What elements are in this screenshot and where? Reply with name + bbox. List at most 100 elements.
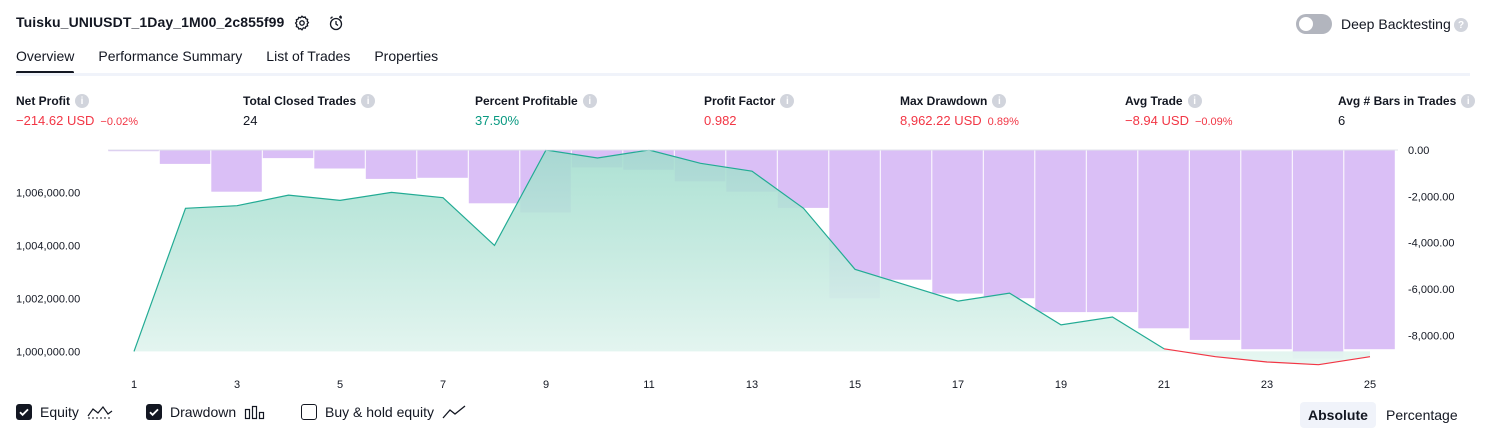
metric-value: 37.50% <box>475 113 520 128</box>
x-axis-tick-label: 9 <box>543 379 549 391</box>
drawdown-bar <box>417 150 468 178</box>
tab-bar: Overview Performance Summary List of Tra… <box>16 48 462 74</box>
settings-gear-icon[interactable] <box>292 13 312 33</box>
x-axis-tick-label: 7 <box>440 379 446 391</box>
x-axis-tick-label: 13 <box>746 379 758 391</box>
equity-line-icon <box>87 406 113 419</box>
toggle-knob <box>1299 17 1313 31</box>
metric-label: Max Drawdown <box>900 94 988 108</box>
x-axis-tick-label: 5 <box>337 379 343 391</box>
metric-value: −214.62 USD <box>16 113 95 128</box>
drawdown-bar <box>983 150 1035 299</box>
info-icon[interactable]: i <box>1461 94 1476 108</box>
tab-overview[interactable]: Overview <box>16 48 75 74</box>
metric-subvalue: 0.89% <box>987 116 1019 128</box>
drawdown-bar <box>211 150 262 192</box>
metric-value: 0.982 <box>704 113 737 128</box>
help-icon[interactable]: ? <box>1454 18 1468 32</box>
tab-list-of-trades[interactable]: List of Trades <box>266 48 350 74</box>
drawdown-bar <box>159 150 211 164</box>
legend-drawdown[interactable]: Drawdown <box>146 404 266 420</box>
info-icon[interactable]: i <box>992 94 1007 108</box>
tab-performance-summary[interactable]: Performance Summary <box>98 48 242 74</box>
info-icon[interactable]: i <box>75 94 89 108</box>
x-axis-tick-label: 11 <box>643 379 654 391</box>
metric-avg-trade: Avg Trade i −8.94 USD −0.09% <box>1125 94 1233 128</box>
metric-label: Total Closed Trades <box>243 94 357 108</box>
drawdown-bar <box>1241 150 1292 350</box>
metric-label: Avg # Bars in Trades <box>1338 94 1457 108</box>
drawdown-bar <box>314 150 365 169</box>
metric-total-closed-trades: Total Closed Trades i 24 <box>243 94 376 128</box>
equity-drawdown-chart[interactable]: 1,000,000.00 1,002,000.00 1,004,000.00 1,00… <box>0 140 1486 398</box>
metric-profit-factor: Profit Factor i 0.982 <box>704 94 795 128</box>
left-axis-tick-label: 1,002,000.00 <box>16 293 80 305</box>
right-axis-tick-label: -8,000.00 <box>1408 330 1454 342</box>
metric-percent-profitable: Percent Profitable i 37.50% <box>475 94 597 128</box>
x-axis-tick-label: 3 <box>234 379 240 391</box>
x-axis-tick-label: 15 <box>849 379 861 391</box>
deep-backtesting-label: Deep Backtesting <box>1341 16 1451 32</box>
right-axis-ticks: 0.00 -2,000.00 -4,000.00 -6,000.00 -8,000.00 <box>1408 145 1454 342</box>
buy-hold-checkbox[interactable] <box>301 404 317 420</box>
drawdown-bar <box>1035 150 1086 313</box>
drawdown-bar <box>1086 150 1138 313</box>
drawdown-label: Drawdown <box>170 404 237 420</box>
equity-label: Equity <box>40 404 79 420</box>
right-axis-tick-label: 0.00 <box>1408 145 1429 157</box>
metric-label: Avg Trade <box>1125 94 1183 108</box>
metric-label: Percent Profitable <box>475 94 578 108</box>
metric-value: −8.94 USD <box>1125 113 1189 128</box>
left-axis-tick-label: 1,006,000.00 <box>16 187 80 199</box>
info-icon[interactable]: i <box>1187 94 1202 108</box>
right-axis-tick-label: -4,000.00 <box>1408 238 1454 250</box>
drawdown-bar <box>1138 150 1189 329</box>
help-glyph: ? <box>1457 19 1465 31</box>
tab-properties[interactable]: Properties <box>374 48 438 74</box>
x-axis-tick-label: 17 <box>952 379 964 391</box>
drawdown-bar <box>468 150 520 204</box>
info-icon[interactable]: i <box>361 94 376 108</box>
equity-checkbox[interactable] <box>16 404 32 420</box>
strategy-title: Tuisku_UNIUSDT_1Day_1M00_2c855f99 <box>16 14 285 30</box>
left-axis-tick-label: 1,000,000.00 <box>16 346 80 358</box>
drawdown-bar <box>365 150 417 179</box>
drawdown-bar <box>880 150 932 280</box>
percentage-mode-button[interactable]: Percentage <box>1378 402 1466 428</box>
drawdown-bar <box>1292 150 1344 359</box>
x-axis-ticks: 1 3 5 7 9 11 13 15 17 19 21 23 25 <box>131 379 1376 391</box>
buy-hold-line-icon <box>442 405 466 419</box>
metric-value: 8,962.22 USD <box>900 113 982 128</box>
left-axis-tick-label: 1,004,000.00 <box>16 240 80 252</box>
x-axis-tick-label: 21 <box>1158 379 1170 391</box>
metric-value: 6 <box>1338 113 1346 128</box>
metric-subvalue: −0.09% <box>1194 116 1233 128</box>
absolute-mode-button[interactable]: Absolute <box>1300 402 1376 428</box>
drawdown-checkbox[interactable] <box>146 404 162 420</box>
legend-equity[interactable]: Equity <box>16 404 113 420</box>
info-icon[interactable]: i <box>582 94 597 108</box>
alert-clock-icon[interactable] <box>326 13 346 33</box>
drawdown-bar <box>262 150 314 159</box>
x-axis-tick-label: 1 <box>131 379 137 391</box>
metric-value: 24 <box>243 113 258 128</box>
x-axis-tick-label: 23 <box>1261 379 1273 391</box>
drawdown-bar <box>1189 150 1241 340</box>
metric-label: Profit Factor <box>704 94 776 108</box>
right-axis-tick-label: -2,000.00 <box>1408 191 1454 203</box>
metric-net-profit: Net Profit i −214.62 USD −0.02% <box>16 94 138 128</box>
metric-label: Net Profit <box>16 94 70 108</box>
info-icon[interactable]: i <box>780 94 795 108</box>
metric-max-drawdown: Max Drawdown i 8,962.22 USD 0.89% <box>900 94 1019 128</box>
tab-divider <box>16 73 1470 76</box>
drawdown-bar <box>932 150 983 294</box>
metric-subvalue: −0.02% <box>100 116 139 128</box>
legend-buy-hold-equity[interactable]: Buy & hold equity <box>301 404 466 420</box>
x-axis-tick-label: 19 <box>1055 379 1067 391</box>
left-axis-ticks: 1,000,000.00 1,002,000.00 1,004,000.00 1,00… <box>16 187 80 358</box>
x-axis-tick-label: 25 <box>1364 379 1376 391</box>
metric-avg-bars-in-trades: Avg # Bars in Trades i 6 <box>1338 94 1476 128</box>
deep-backtesting-toggle[interactable] <box>1296 14 1332 34</box>
drawdown-bars-icon <box>245 405 265 420</box>
right-axis-tick-label: -6,000.00 <box>1408 284 1454 296</box>
